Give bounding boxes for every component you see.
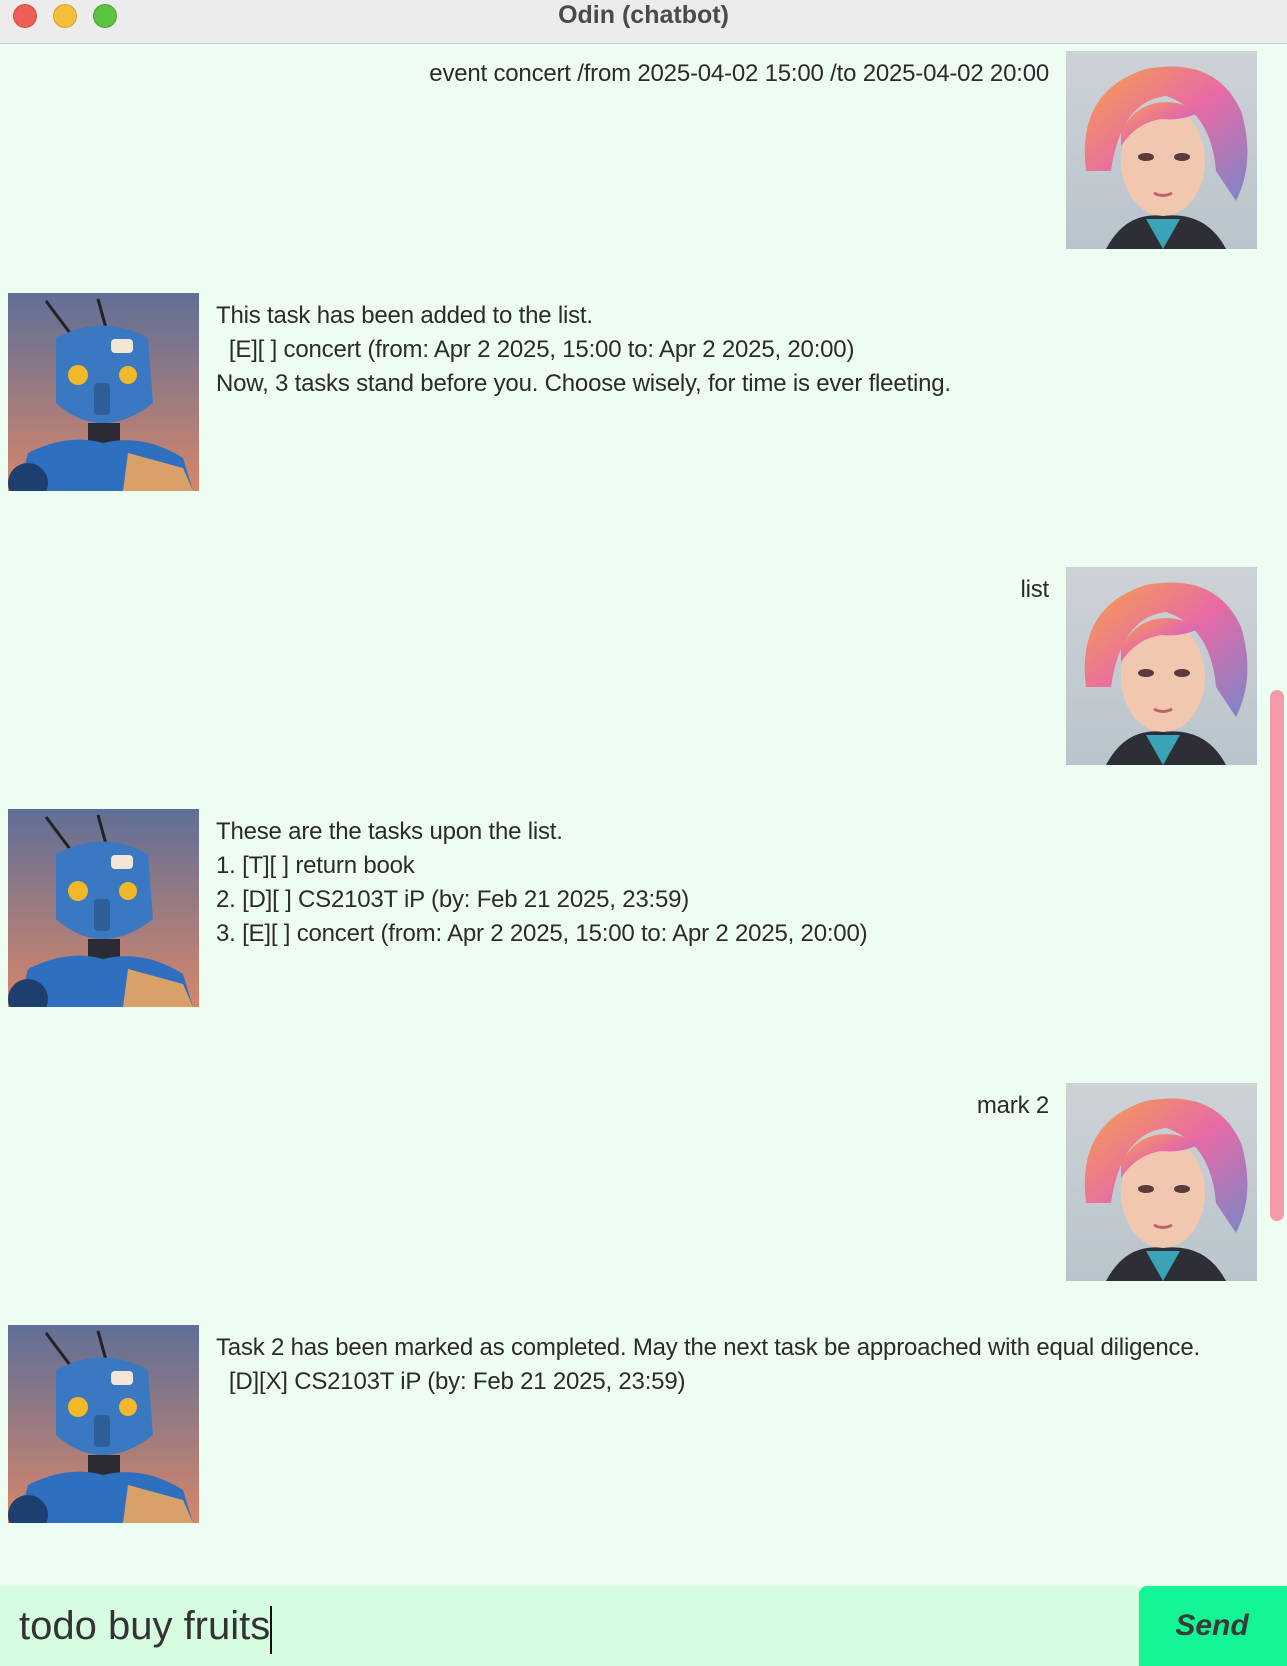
- user-dialog-box: list: [0, 561, 1287, 765]
- user-message-text: event concert /from 2025-04-02 15:00 /to…: [429, 60, 1049, 87]
- window-title: Odin (chatbot): [558, 1, 729, 29]
- text-caret: [270, 1606, 272, 1654]
- user-avatar: [1066, 1083, 1257, 1281]
- user-portrait-icon: [1066, 567, 1257, 765]
- chat-scrollbar[interactable]: [1270, 690, 1284, 1221]
- send-button[interactable]: Send: [1139, 1586, 1287, 1666]
- bot-message-text: Task 2 has been marked as completed. May…: [216, 1334, 1200, 1395]
- bot-avatar: [8, 1325, 199, 1523]
- dialog-container[interactable]: event concert /from 2025-04-02 15:00 /to…: [0, 45, 1287, 1586]
- bot-message-text: These are the tasks upon the list. 1. [T…: [216, 818, 868, 947]
- user-message-text: list: [1020, 576, 1049, 603]
- user-portrait-icon: [1066, 1083, 1257, 1281]
- user-message-text: mark 2: [976, 1092, 1049, 1119]
- robot-portrait-icon: [8, 1325, 199, 1523]
- robot-portrait-icon: [8, 809, 199, 1007]
- bot-message-text: This task has been added to the list. [E…: [216, 302, 951, 397]
- user-avatar: [1066, 51, 1257, 249]
- chat-window: Odin (chatbot) event concert /from 2025-…: [0, 0, 1287, 1666]
- user-dialog-box: event concert /from 2025-04-02 15:00 /to…: [0, 45, 1287, 249]
- user-avatar: [1066, 567, 1257, 765]
- title-bar: Odin (chatbot): [0, 0, 1287, 44]
- user-portrait-icon: [1066, 51, 1257, 249]
- bot-avatar: [8, 809, 199, 1007]
- bot-dialog-box: This task has been added to the list. [E…: [0, 287, 1287, 491]
- user-input-field[interactable]: [0, 1586, 1139, 1666]
- bot-avatar: [8, 293, 199, 491]
- robot-portrait-icon: [8, 293, 199, 491]
- bot-dialog-box: Task 2 has been marked as completed. May…: [0, 1319, 1287, 1523]
- input-row: Send: [0, 1586, 1287, 1666]
- bot-dialog-box: These are the tasks upon the list. 1. [T…: [0, 803, 1287, 1007]
- user-dialog-box: mark 2: [0, 1077, 1287, 1281]
